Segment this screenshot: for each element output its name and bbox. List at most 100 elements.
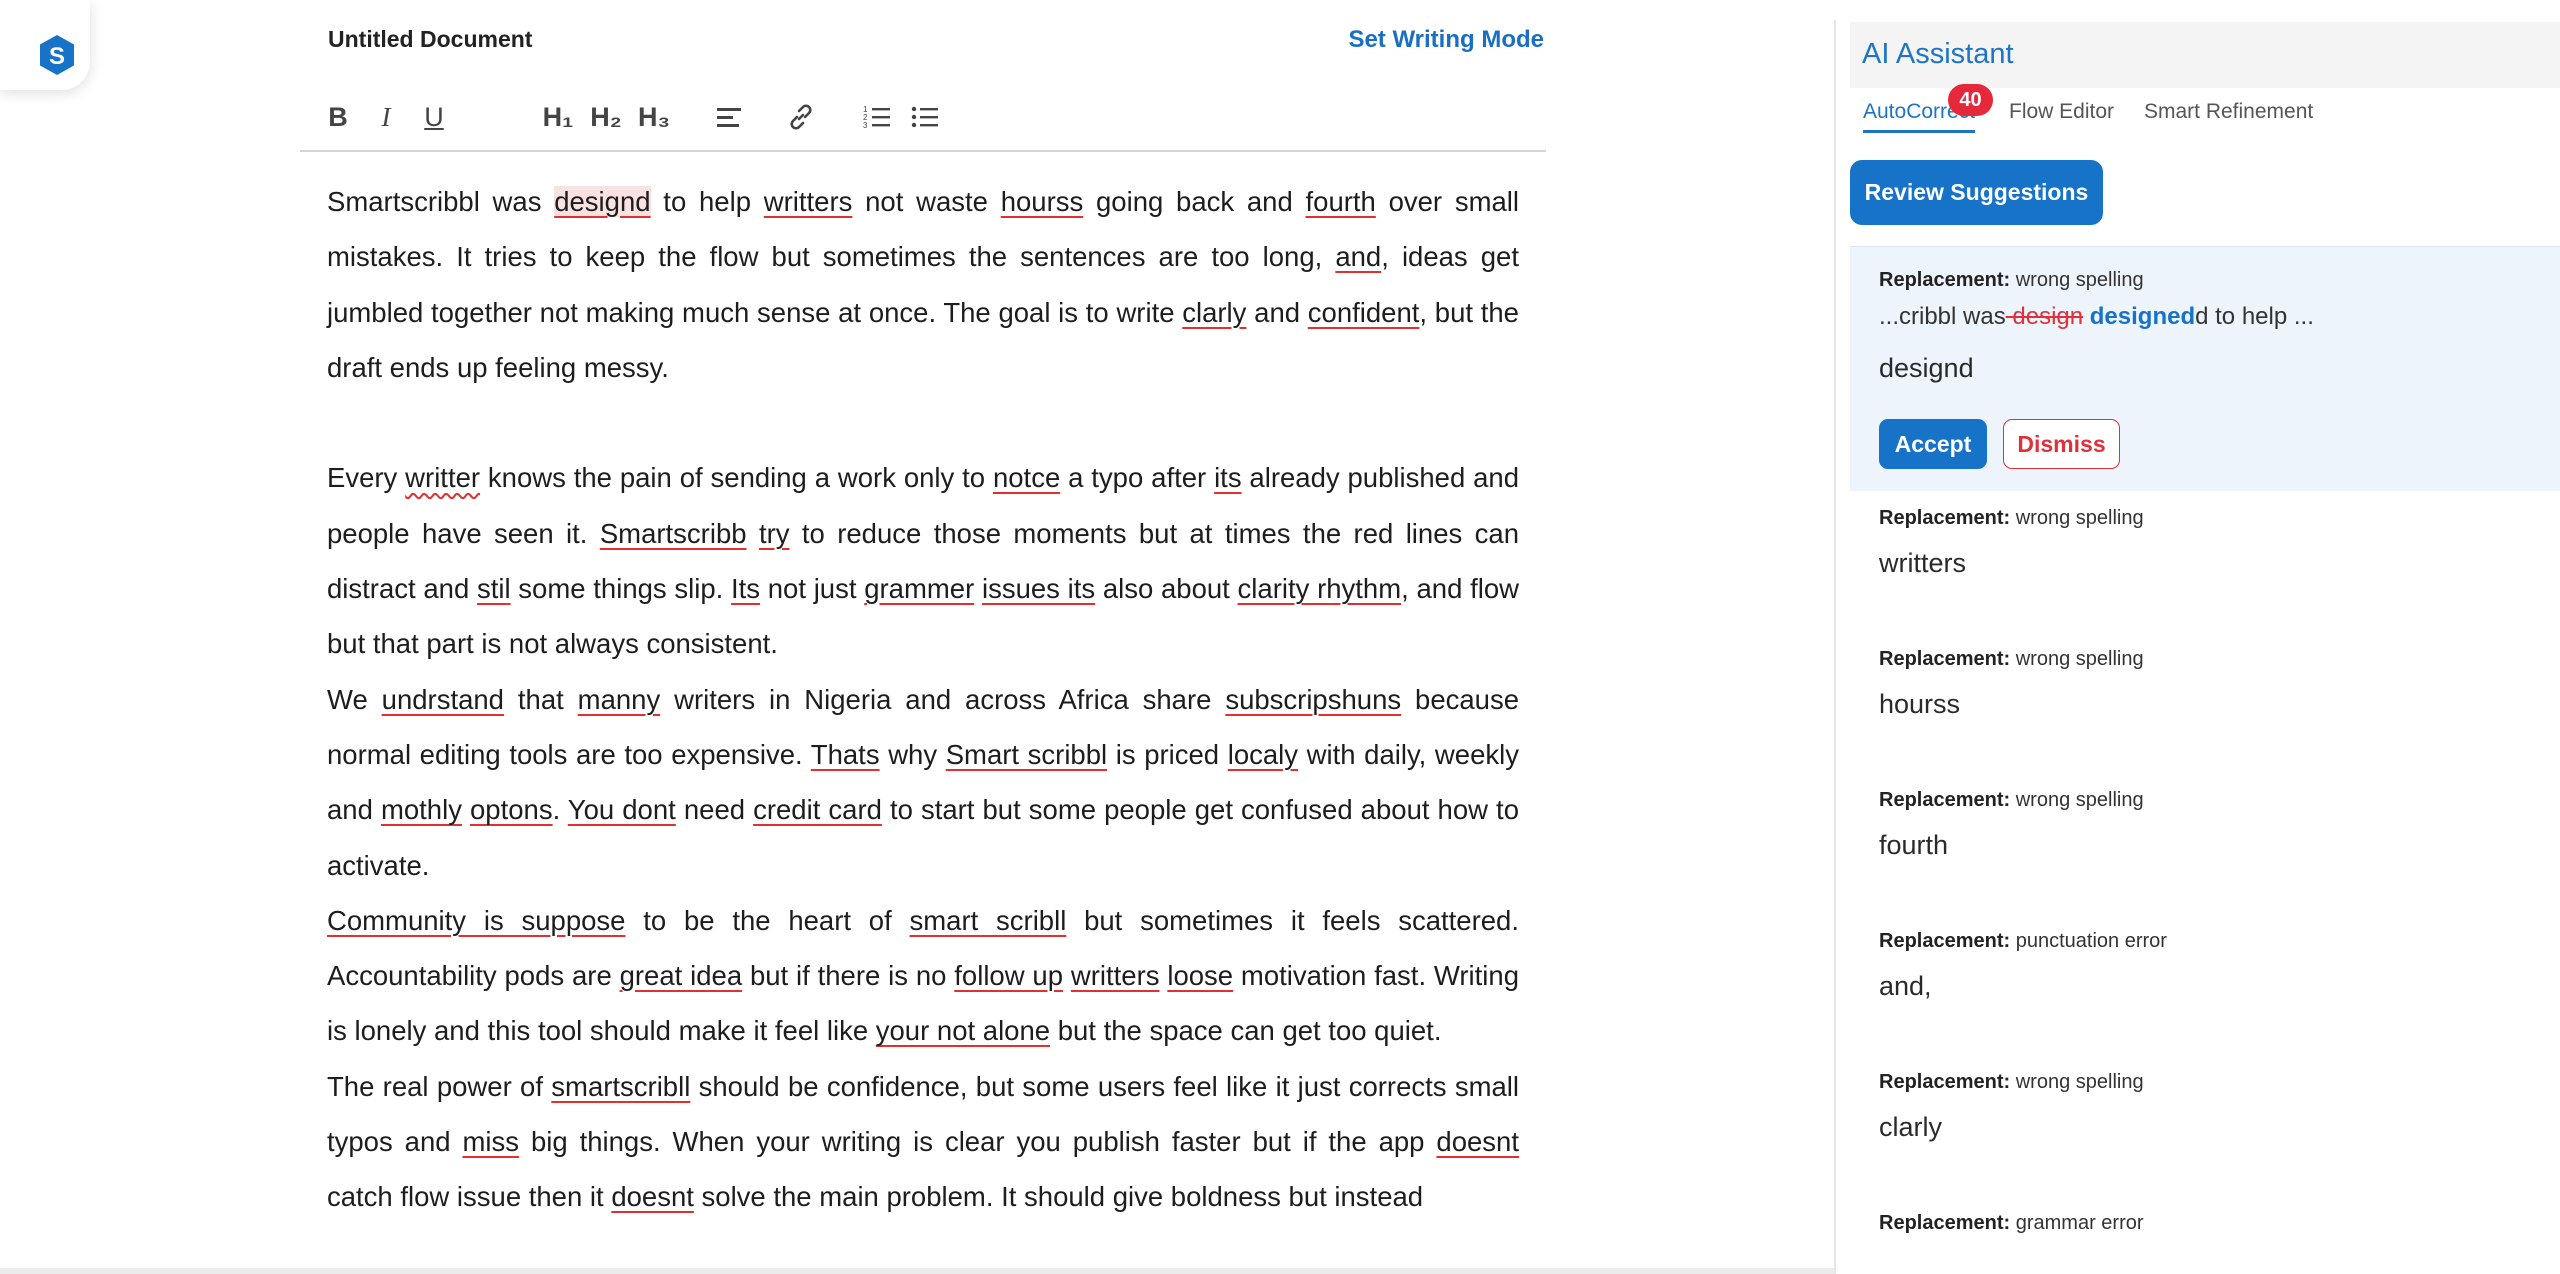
document-title[interactable]: Untitled Document xyxy=(328,26,532,53)
format-toolbar: B I U H₁ H₂ H₃ 1 2 3 xyxy=(300,84,1546,152)
flagged-word[interactable]: You dont xyxy=(568,794,676,825)
flagged-word[interactable]: writter xyxy=(405,462,480,493)
text-run: to help xyxy=(650,186,764,217)
suggestion-item[interactable]: Replacement: wrong spelling fourth xyxy=(1879,789,2529,861)
flagged-word[interactable]: undrstand xyxy=(382,684,504,715)
flagged-word[interactable]: Its xyxy=(731,573,760,604)
editor-blank-line[interactable] xyxy=(327,395,1519,450)
suggestion-item[interactable]: Replacement: punctuation error and, xyxy=(1879,930,2529,1002)
editor-paragraph[interactable]: Every writter knows the pain of sending … xyxy=(327,450,1519,671)
context-inserted: designed xyxy=(2083,303,2196,330)
review-suggestions-button[interactable]: Review Suggestions xyxy=(1850,160,2103,225)
tab-smart-refinement[interactable]: Smart Refinement xyxy=(2144,100,2313,124)
suggestion-label-prefix: Replacement: xyxy=(1879,789,2011,811)
text-run: and xyxy=(1246,296,1308,328)
editor-paragraph[interactable]: The real power of smartscribll should be… xyxy=(327,1059,1519,1225)
accept-button[interactable]: Accept xyxy=(1879,419,1987,469)
text-run: not just xyxy=(760,573,865,605)
suggestion-item[interactable]: Replacement: wrong spelling writters xyxy=(1879,507,2529,579)
flagged-word[interactable]: writters xyxy=(1071,960,1160,991)
flagged-word[interactable]: your not alone xyxy=(876,1015,1050,1046)
flagged-word[interactable]: smart scribll xyxy=(910,905,1067,936)
suggestion-type: grammar error xyxy=(2015,1212,2144,1234)
flagged-word[interactable]: grammer xyxy=(864,573,974,604)
flagged-word[interactable]: clarity rhythm xyxy=(1238,573,1402,604)
flagged-word[interactable]: its xyxy=(1214,462,1242,493)
suggestion-item[interactable]: Replacement: grammar error xyxy=(1879,1212,2529,1253)
suggestion-type: wrong spelling xyxy=(2015,269,2144,291)
suggestion-word: designd xyxy=(1879,353,1974,383)
editor-paragraph[interactable]: We undrstand that manny writers in Niger… xyxy=(327,672,1519,893)
flagged-word[interactable]: Smart scribbl xyxy=(946,739,1107,770)
align-left-button[interactable] xyxy=(714,100,744,134)
flagged-word[interactable]: smartscribll xyxy=(551,1071,690,1102)
app-logo[interactable]: S xyxy=(0,0,90,90)
suggestion-label: Replacement: wrong spelling xyxy=(1879,1071,2529,1094)
assistant-title: AI Assistant xyxy=(1862,38,2014,70)
flagged-word[interactable]: fourth xyxy=(1306,186,1376,217)
heading2-button[interactable]: H₂ xyxy=(588,100,624,134)
bullet-list-button[interactable] xyxy=(910,100,940,134)
set-writing-mode-link[interactable]: Set Writing Mode xyxy=(1348,26,1544,54)
align-left-icon xyxy=(717,108,741,127)
editor-paragraph[interactable]: Community is suppose to be the heart of … xyxy=(327,893,1519,1059)
flagged-word[interactable]: miss xyxy=(462,1126,519,1157)
flagged-word[interactable]: stil xyxy=(477,573,511,604)
heading3-button[interactable]: H₃ xyxy=(636,100,672,134)
suggestion-label-prefix: Replacement: xyxy=(1879,930,2011,952)
suggestion-item[interactable]: Replacement: wrong spelling clarly xyxy=(1879,1071,2529,1143)
text-run: some things slip. xyxy=(510,573,731,605)
flagged-word[interactable]: try xyxy=(759,518,790,549)
suggestion-item[interactable]: Replacement: wrong spelling hourss xyxy=(1879,648,2529,720)
flagged-word[interactable]: notce xyxy=(993,462,1060,493)
text-run: but if there is no xyxy=(742,960,955,992)
text-run: solve the main problem. It should give b… xyxy=(693,1181,1424,1213)
flagged-word[interactable]: issues its xyxy=(982,573,1095,604)
italic-button[interactable]: I xyxy=(372,100,400,134)
flagged-word[interactable]: confident xyxy=(1308,297,1420,328)
link-icon xyxy=(790,104,812,130)
flagged-word[interactable]: mothly xyxy=(381,794,462,825)
flagged-word[interactable]: writters xyxy=(764,186,853,217)
flagged-word[interactable]: hourss xyxy=(1001,186,1084,217)
dismiss-button[interactable]: Dismiss xyxy=(2003,419,2120,469)
tab-flow-editor[interactable]: Flow Editor xyxy=(2009,100,2114,124)
link-button[interactable] xyxy=(786,100,816,134)
active-suggestion-card[interactable]: Replacement: wrong spelling ...cribbl wa… xyxy=(1850,246,2560,491)
flagged-word[interactable]: doesnt xyxy=(611,1181,694,1212)
text-run: going back and xyxy=(1083,186,1306,217)
text-run xyxy=(974,573,982,604)
document-editor[interactable]: Smartscribbl was designd to help writter… xyxy=(327,174,1519,1225)
context-before: ...cribbl was xyxy=(1879,303,2006,330)
flagged-word[interactable]: designd xyxy=(554,186,651,217)
editor-paragraph[interactable]: Smartscribbl was designd to help writter… xyxy=(327,174,1519,395)
flagged-word[interactable]: clarly xyxy=(1182,297,1246,328)
flagged-word[interactable]: Thats xyxy=(811,739,880,770)
suggestion-label: Replacement: wrong spelling xyxy=(1879,648,2529,671)
flagged-word[interactable]: manny xyxy=(578,684,661,715)
flagged-word[interactable]: localy xyxy=(1228,739,1298,770)
flagged-word[interactable]: Smartscribb xyxy=(600,518,747,549)
ordered-list-button[interactable]: 1 2 3 xyxy=(862,100,892,134)
bold-button[interactable]: B xyxy=(324,100,352,134)
suggestion-type: wrong spelling xyxy=(2015,1071,2144,1093)
text-run: also about xyxy=(1095,573,1238,605)
panel-divider xyxy=(1834,20,1836,1274)
flagged-word[interactable]: optons xyxy=(470,794,553,825)
flagged-word[interactable]: Community is suppose xyxy=(327,905,625,936)
flagged-word[interactable]: credit card xyxy=(753,794,882,825)
suggestion-type: punctuation error xyxy=(2015,930,2167,952)
heading1-button[interactable]: H₁ xyxy=(540,100,576,134)
svg-text:3: 3 xyxy=(863,121,868,130)
text-run: is priced xyxy=(1107,738,1228,770)
suggestion-label-prefix: Replacement: xyxy=(1879,507,2011,529)
flagged-word[interactable]: subscripshuns xyxy=(1225,684,1401,715)
flagged-word[interactable]: great idea xyxy=(620,960,743,991)
text-run: a typo after xyxy=(1060,462,1215,494)
flagged-word[interactable]: doesnt xyxy=(1436,1126,1519,1157)
flagged-word[interactable]: follow up xyxy=(954,960,1063,991)
flagged-word[interactable]: loose xyxy=(1167,960,1233,991)
flagged-word[interactable]: and xyxy=(1335,241,1381,272)
underline-button[interactable]: U xyxy=(420,100,448,134)
assistant-header: AI Assistant xyxy=(1850,22,2560,88)
